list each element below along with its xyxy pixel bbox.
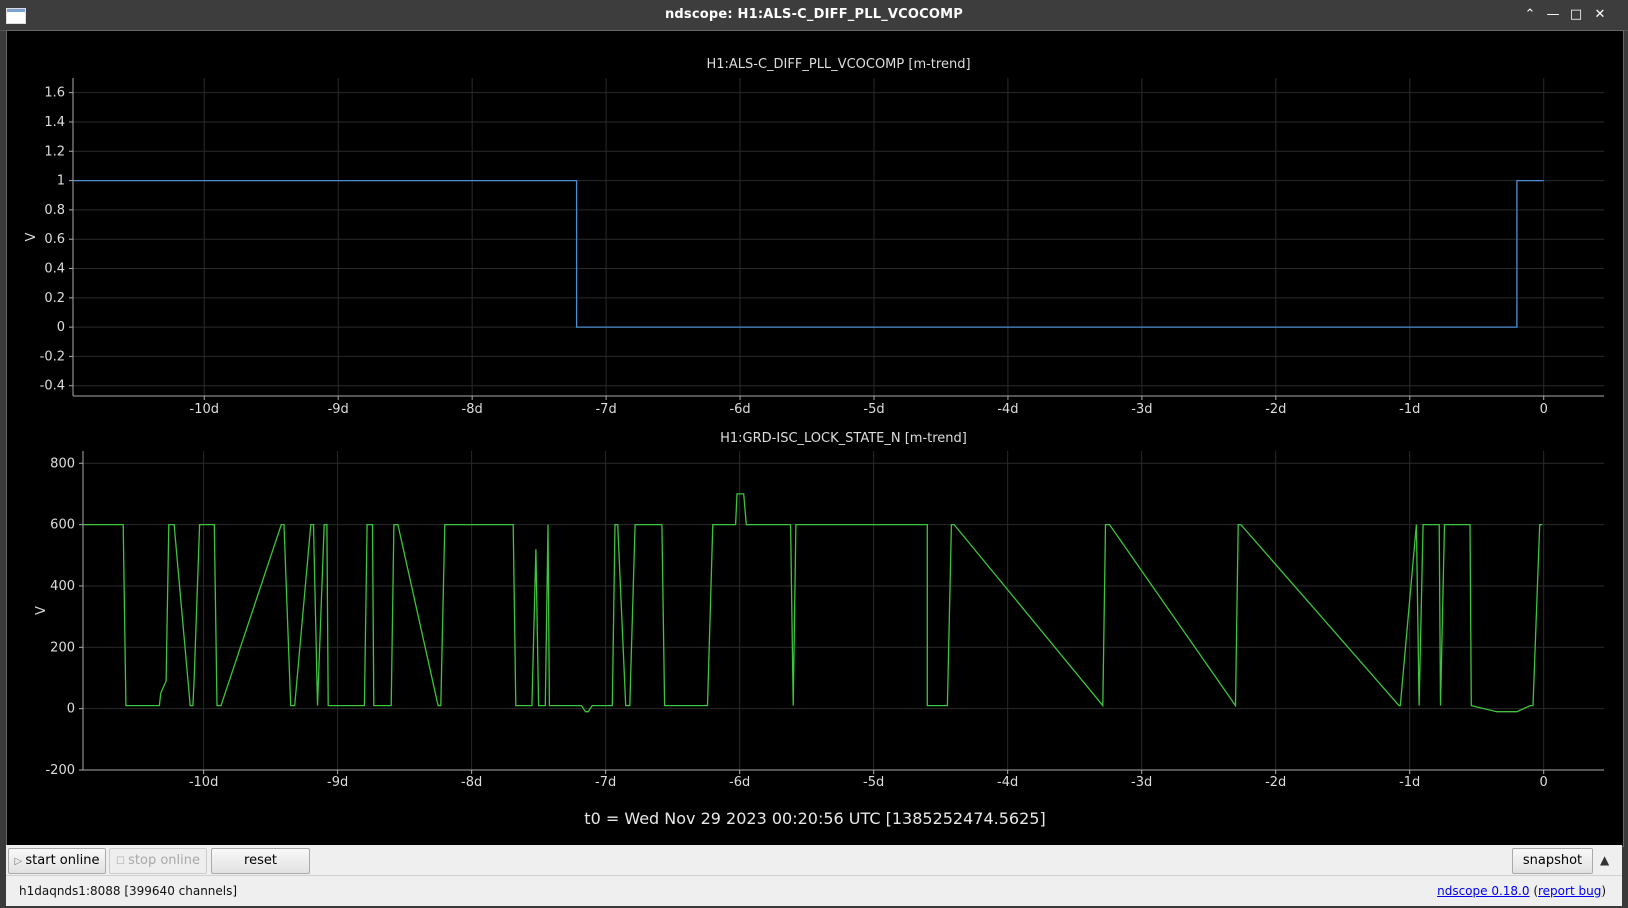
y-tick-label: 0.4 xyxy=(44,262,65,277)
y-tick-label: -200 xyxy=(45,763,75,778)
y-tick-label: 1 xyxy=(57,174,65,189)
reset-button[interactable]: reset xyxy=(211,848,310,874)
x-tick-label: -6d xyxy=(729,775,750,790)
y-axis-label: V xyxy=(34,606,49,615)
x-tick-label: -1d xyxy=(1399,775,1420,790)
x-tick-label: 0 xyxy=(1540,775,1548,790)
y-tick-label: 1.2 xyxy=(44,144,65,159)
x-tick-label: -7d xyxy=(595,775,616,790)
y-tick-label: 800 xyxy=(50,456,75,471)
x-tick-label: -8d xyxy=(461,775,482,790)
x-tick-label: -4d xyxy=(997,402,1018,417)
title-bar[interactable]: ndscope: H1:ALS-C_DIFF_PLL_VCOCOMP ⌃ — □… xyxy=(0,0,1628,31)
x-tick-label: -2d xyxy=(1265,402,1286,417)
x-tick-label: -4d xyxy=(997,775,1018,790)
minimize-icon[interactable]: — xyxy=(1543,5,1563,25)
stop-online-label: stop online xyxy=(128,853,201,868)
stop-online-button[interactable]: ☐ stop online xyxy=(109,848,207,874)
x-tick-label: -6d xyxy=(729,402,750,417)
window-title: ndscope: H1:ALS-C_DIFF_PLL_VCOCOMP xyxy=(664,7,964,22)
y-tick-label: 400 xyxy=(50,579,75,594)
x-tick-label: -1d xyxy=(1399,402,1420,417)
x-tick-label: -9d xyxy=(327,775,348,790)
start-online-label: start online xyxy=(25,853,100,868)
y-tick-label: 0.2 xyxy=(44,291,65,306)
y-axis-label: V xyxy=(24,232,39,241)
t0-label: t0 = Wed Nov 29 2023 00:20:56 UTC [13852… xyxy=(584,809,1046,828)
y-tick-label: 1.6 xyxy=(44,86,65,101)
x-tick-label: -10d xyxy=(190,402,220,417)
x-tick-label: -8d xyxy=(462,402,483,417)
plots-canvas[interactable]: H1:ALS-C_DIFF_PLL_VCOCOMP [m-trend] -10d -… xyxy=(7,31,1623,809)
x-tick-label: -3d xyxy=(1131,402,1152,417)
y-tick-label: -0.4 xyxy=(40,379,65,394)
snapshot-button[interactable]: snapshot xyxy=(1512,848,1593,874)
y-tick-label: 0 xyxy=(57,320,65,335)
stop-icon: ☐ xyxy=(115,856,129,867)
x-tick-label: -10d xyxy=(189,775,219,790)
start-online-button[interactable]: ▷ start online xyxy=(8,848,106,874)
plot-title: H1:GRD-ISC_LOCK_STATE_N [m-trend] xyxy=(720,431,967,446)
y-tick-label: 1.4 xyxy=(44,115,65,130)
y-tick-label: 200 xyxy=(50,640,75,655)
toolbar: ▷ start online ☐ stop online reset snaps… xyxy=(6,845,1622,875)
app-window: ndscope: H1:ALS-C_DIFF_PLL_VCOCOMP ⌃ — □… xyxy=(0,0,1628,908)
report-bug-link[interactable]: report bug xyxy=(1538,884,1601,898)
y-tick-label: 0.6 xyxy=(44,232,65,247)
plot-title: H1:ALS-C_DIFF_PLL_VCOCOMP [m-trend] xyxy=(706,57,970,72)
y-tick-label: -0.2 xyxy=(40,349,65,364)
shade-icon[interactable]: ⌃ xyxy=(1520,5,1540,25)
maximize-icon[interactable]: □ xyxy=(1566,5,1586,25)
series-line xyxy=(73,179,1544,328)
x-tick-label: -2d xyxy=(1265,775,1286,790)
close-icon[interactable]: ✕ xyxy=(1590,5,1610,25)
x-tick-label: -7d xyxy=(595,402,616,417)
y-tick-label: 600 xyxy=(50,518,75,533)
play-icon: ▷ xyxy=(14,856,26,867)
status-bar: h1daqnds1:8088 [399640 channels] ndscope… xyxy=(6,875,1622,906)
server-info: h1daqnds1:8088 [399640 channels] xyxy=(19,884,238,898)
y-tick-label: 0 xyxy=(67,702,75,717)
expand-up-icon[interactable]: ▲ xyxy=(1600,853,1609,867)
series-line xyxy=(83,493,1543,713)
x-tick-label: -3d xyxy=(1131,775,1152,790)
x-tick-label: -9d xyxy=(328,402,349,417)
x-tick-label: -5d xyxy=(863,775,884,790)
version-line: ndscope 0.18.0 (report bug) xyxy=(1437,884,1606,898)
x-tick-label: 0 xyxy=(1540,402,1548,417)
y-tick-label: 0.8 xyxy=(44,203,65,218)
x-tick-label: -5d xyxy=(863,402,884,417)
version-link[interactable]: ndscope 0.18.0 xyxy=(1437,884,1529,898)
plot-area[interactable]: H1:ALS-C_DIFF_PLL_VCOCOMP [m-trend] -10d -… xyxy=(6,30,1624,847)
